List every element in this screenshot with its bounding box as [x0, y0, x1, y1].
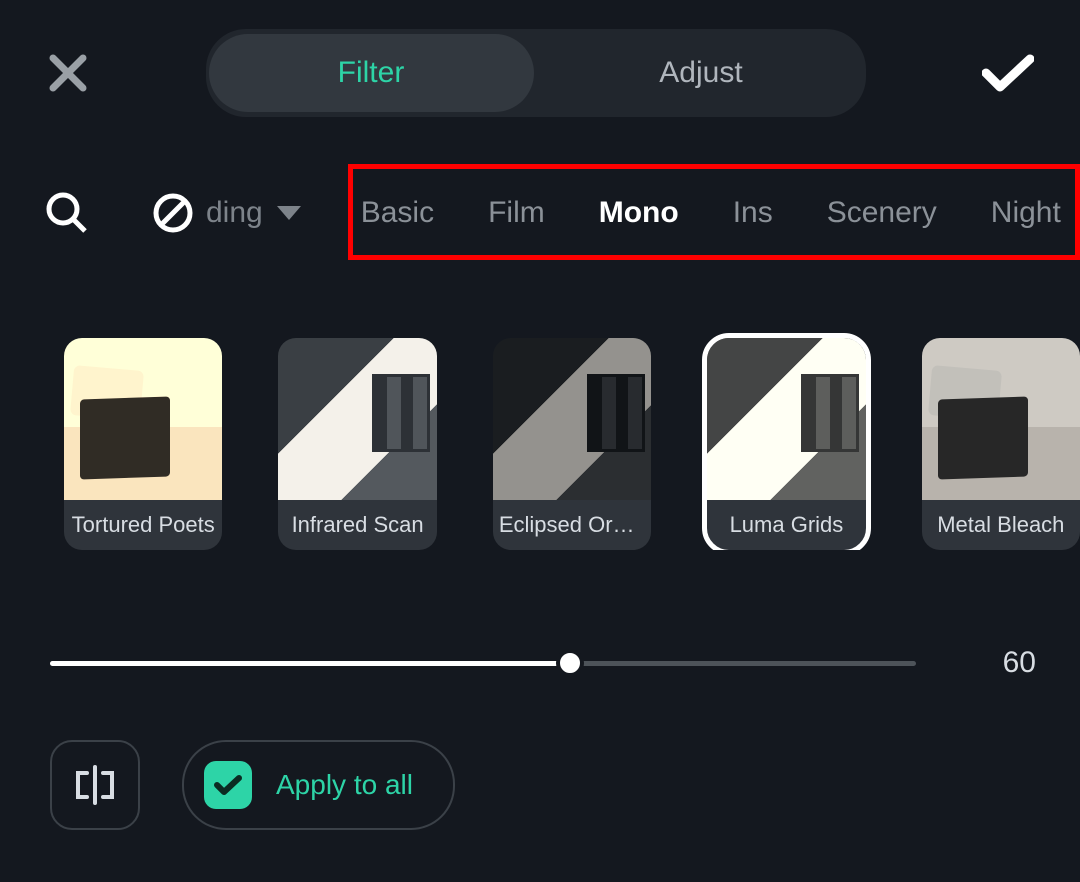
- slider-fill: [50, 661, 570, 666]
- category-night[interactable]: Night: [991, 196, 1061, 230]
- intensity-value: 60: [976, 646, 1036, 680]
- filter-preview: [64, 338, 222, 500]
- check-icon: [214, 774, 242, 796]
- mode-tabs: Filter Adjust: [206, 29, 866, 117]
- category-dropdown[interactable]: ding: [206, 196, 301, 230]
- ban-icon: [152, 192, 194, 234]
- apply-all-checkbox[interactable]: [204, 761, 252, 809]
- filter-label: Tortured Poets: [64, 500, 222, 550]
- filter-thumb[interactable]: Metal Bleach: [922, 338, 1080, 550]
- apply-all-label: Apply to all: [276, 769, 413, 801]
- compare-button[interactable]: [50, 740, 140, 830]
- filter-thumb[interactable]: Infrared Scan: [278, 338, 436, 550]
- filter-label: Metal Bleach: [922, 500, 1080, 550]
- filter-thumb[interactable]: Tortured Poets: [64, 338, 222, 550]
- filter-thumb[interactable]: Eclipsed Ora…: [493, 338, 651, 550]
- category-scenery[interactable]: Scenery: [827, 196, 937, 230]
- tab-adjust[interactable]: Adjust: [539, 34, 864, 112]
- none-filter-button[interactable]: [150, 190, 196, 236]
- slider-knob[interactable]: [556, 649, 584, 677]
- category-basic[interactable]: Basic: [361, 196, 434, 230]
- chevron-down-icon: [277, 206, 301, 220]
- close-button[interactable]: [44, 49, 92, 97]
- bottom-actions: Apply to all: [0, 680, 1080, 830]
- search-button[interactable]: [44, 190, 90, 236]
- filter-label: Infrared Scan: [278, 500, 436, 550]
- filter-preview: [922, 338, 1080, 500]
- filter-label: Eclipsed Ora…: [493, 500, 651, 550]
- filter-thumb[interactable]: Luma Grids: [707, 338, 865, 550]
- intensity-row: 60: [0, 550, 1080, 680]
- filter-label: Luma Grids: [707, 500, 865, 550]
- category-film[interactable]: Film: [488, 196, 545, 230]
- tab-filter[interactable]: Filter: [209, 34, 534, 112]
- filter-preview: [707, 338, 865, 500]
- dropdown-label: ding: [206, 196, 263, 230]
- filter-preview: [278, 338, 436, 500]
- top-bar: Filter Adjust: [0, 0, 1080, 118]
- category-ins[interactable]: Ins: [733, 196, 773, 230]
- category-list: Basic Film Mono Ins Scenery Night: [361, 196, 1061, 230]
- check-icon: [982, 53, 1034, 93]
- category-area: ding Basic Film Mono Ins Scenery Night: [0, 168, 1080, 268]
- search-icon: [45, 191, 89, 235]
- filter-preview: [493, 338, 651, 500]
- apply-to-all-button[interactable]: Apply to all: [182, 740, 455, 830]
- intensity-slider[interactable]: [50, 649, 916, 677]
- compare-icon: [72, 765, 118, 805]
- filter-thumbnails: Tortured Poets Infrared Scan Eclipsed Ora……: [0, 268, 1080, 550]
- confirm-button[interactable]: [980, 45, 1036, 101]
- category-mono[interactable]: Mono: [599, 196, 679, 230]
- close-icon: [49, 54, 87, 92]
